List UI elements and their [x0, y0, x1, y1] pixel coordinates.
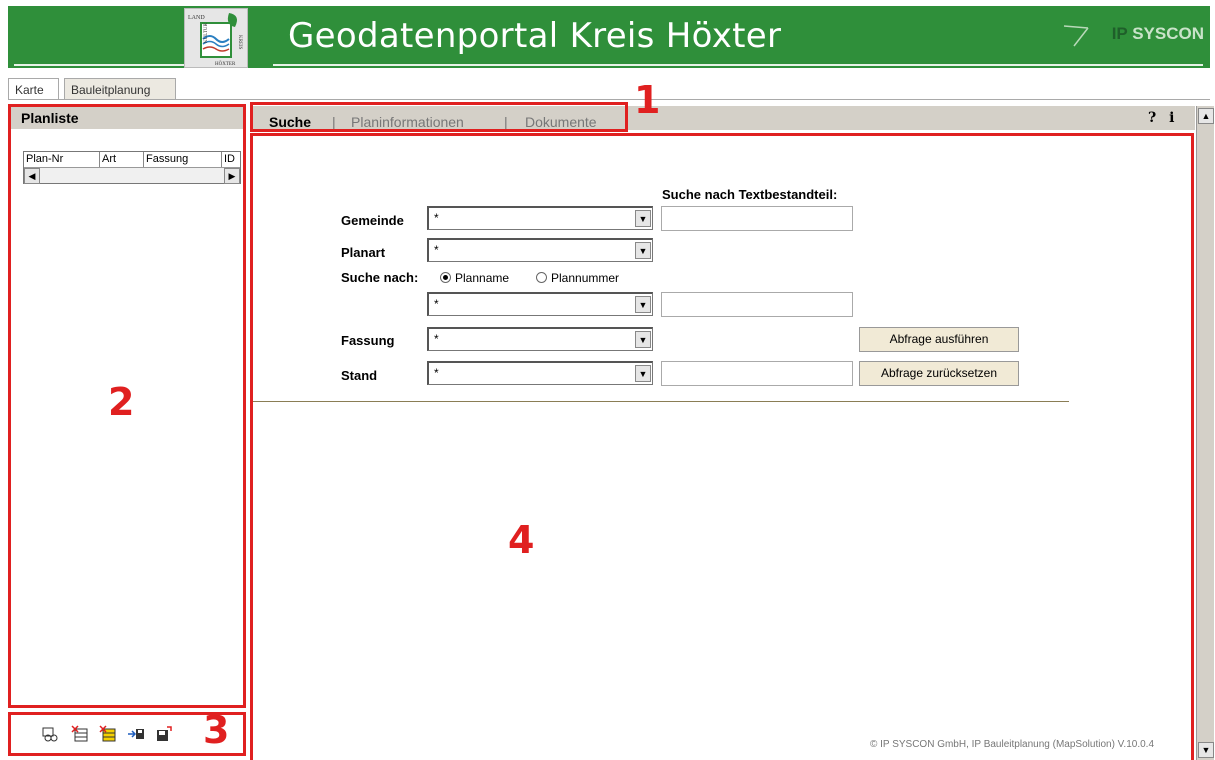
chevron-down-icon[interactable]: ▼ [635, 296, 651, 313]
help-icon[interactable]: ? [1148, 110, 1156, 126]
name-select[interactable]: * ▼ [427, 292, 653, 316]
radio-planname[interactable]: Planname [440, 271, 509, 285]
tab-karte[interactable]: Karte [8, 78, 59, 100]
chevron-down-icon[interactable]: ▼ [635, 365, 651, 382]
tab-bauleitplanung[interactable]: Bauleitplanung [64, 78, 176, 100]
header-divider [14, 64, 184, 66]
logo-text: KULTUR [204, 23, 209, 43]
brand-logo: IP SYSCON [1112, 24, 1204, 44]
plan-list-table[interactable]: Plan-Nr Art Fassung ID ◀ ▶ [23, 151, 241, 184]
name-text-input[interactable] [661, 292, 853, 317]
logo-text: KREIS [237, 35, 242, 50]
stand-text-input[interactable] [661, 361, 853, 386]
annotation-number: 4 [508, 518, 535, 562]
brand-ip: IP [1111, 24, 1128, 43]
fassung-label: Fassung [341, 333, 395, 348]
horizontal-scrollbar[interactable]: ◀ ▶ [24, 167, 240, 184]
text-search-heading: Suche nach Textbestandteil: [662, 187, 838, 202]
tab-strip-divider [8, 99, 1210, 100]
fassung-value: * [434, 332, 439, 346]
help-icons: ? i [1148, 110, 1174, 126]
annotation-number: 3 [203, 708, 230, 752]
subtab-highlight [250, 102, 628, 132]
column-header-plan-nr[interactable]: Plan-Nr [24, 152, 100, 167]
radio-plannummer[interactable]: Plannummer [536, 271, 619, 285]
column-header-art[interactable]: Art [100, 152, 144, 167]
kreis-hoexter-logo: LAND KULTUR KREIS HÖXTER [184, 8, 248, 68]
annotation-number: 1 [634, 78, 661, 122]
remove-from-list-icon[interactable] [71, 725, 89, 743]
gemeinde-select[interactable]: * ▼ [427, 206, 653, 230]
scroll-right-icon[interactable]: ▶ [224, 168, 240, 184]
chevron-down-icon[interactable]: ▼ [635, 331, 651, 348]
column-header-fassung[interactable]: Fassung [144, 152, 222, 167]
planart-value: * [434, 243, 439, 257]
copyright-footer: © IP SYSCON GmbH, IP Bauleitplanung (Map… [870, 739, 1155, 750]
execute-query-button[interactable]: Abfrage ausführen [859, 327, 1019, 352]
planart-label: Planart [341, 245, 386, 260]
radio-label: Planname [455, 271, 510, 285]
header-banner: LAND KULTUR KREIS HÖXTER Geodatenportal … [8, 6, 1210, 68]
radio-label: Plannummer [551, 271, 620, 285]
fassung-select[interactable]: * ▼ [427, 327, 653, 351]
suche-nach-label: Suche nach: [341, 270, 419, 285]
radio-unselected-icon[interactable] [536, 272, 547, 283]
clear-list-icon[interactable] [99, 725, 117, 743]
name-value: * [434, 297, 439, 311]
app-root: LAND KULTUR KREIS HÖXTER Geodatenportal … [0, 0, 1215, 760]
scroll-up-icon[interactable]: ▲ [1198, 108, 1214, 124]
import-icon[interactable] [127, 725, 145, 743]
page-title: Geodatenportal Kreis Höxter [288, 16, 782, 56]
stand-value: * [434, 366, 439, 380]
scroll-down-icon[interactable]: ▼ [1198, 742, 1214, 758]
column-header-id[interactable]: ID [222, 152, 240, 167]
radio-selected-icon[interactable] [440, 272, 451, 283]
stand-label: Stand [341, 368, 378, 383]
logo-text: LAND [188, 15, 205, 21]
planart-select[interactable]: * ▼ [427, 238, 653, 262]
scroll-left-icon[interactable]: ◀ [24, 168, 40, 184]
chevron-down-icon[interactable]: ▼ [635, 242, 651, 259]
glasses-icon[interactable] [41, 725, 59, 743]
info-icon[interactable]: i [1169, 110, 1174, 126]
save-icon[interactable] [155, 725, 173, 743]
form-divider [253, 401, 1069, 402]
planliste-title: Planliste [11, 107, 243, 129]
brand-name: SYSCON [1132, 24, 1204, 43]
stand-select[interactable]: * ▼ [427, 361, 653, 385]
syscon-mark-icon [1063, 25, 1089, 47]
annotation-number: 2 [108, 380, 135, 424]
vertical-scrollbar[interactable]: ▲ ▼ [1196, 106, 1214, 760]
gemeinde-text-input[interactable] [661, 206, 853, 231]
logo-text: HÖXTER [215, 61, 236, 67]
chevron-down-icon[interactable]: ▼ [635, 210, 651, 227]
reset-query-button[interactable]: Abfrage zurücksetzen [859, 361, 1019, 386]
gemeinde-label: Gemeinde [341, 213, 404, 228]
gemeinde-value: * [434, 211, 439, 225]
header-divider [273, 64, 1203, 66]
